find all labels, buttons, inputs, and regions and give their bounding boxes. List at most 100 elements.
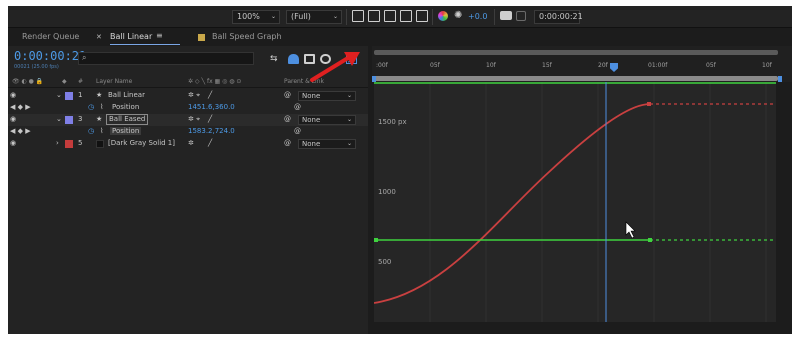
chevron-down-icon[interactable]: ⌄ xyxy=(56,91,62,99)
layer-search-input[interactable]: ⌕ xyxy=(78,52,254,65)
layer-row[interactable]: ◉ ⌄ 1 ★ Ball Linear ✲ ⌖ ╱ @ None ⌄ xyxy=(8,90,368,102)
eased-end-keyframe[interactable] xyxy=(647,102,651,106)
chevron-down-icon[interactable]: ⌄ xyxy=(56,115,62,123)
graph-type-icon[interactable]: ⌇ xyxy=(100,103,103,111)
layer-name[interactable]: [Dark Gray Solid 1] xyxy=(108,139,175,147)
property-value[interactable]: 1451.6,360.0 xyxy=(188,103,235,111)
playhead-handle[interactable] xyxy=(610,63,618,72)
spiral-pickwhip-icon[interactable]: @ xyxy=(294,103,301,111)
eye-icon[interactable]: ◉ xyxy=(10,139,16,147)
exposure-value[interactable]: +0.0 xyxy=(468,12,487,21)
label-color-swatch[interactable] xyxy=(65,92,73,100)
pickwhip-icon[interactable]: @ xyxy=(284,139,291,147)
frame-rate-readout: 00021 (25.00 fps) xyxy=(14,64,59,70)
star-icon: ★ xyxy=(96,115,103,123)
guides-icon[interactable] xyxy=(416,10,428,22)
layer-row[interactable]: ◉ ⌄ 3 ★ Ball Eased ✲ ⌖ ╱ @ None ⌄ xyxy=(8,114,368,126)
chevron-down-icon: ⌄ xyxy=(332,13,338,20)
chevron-right-icon[interactable]: › xyxy=(56,139,59,147)
resolution-dropdown[interactable]: (Full) ⌄ xyxy=(286,10,342,24)
snapshot-camera-icon[interactable] xyxy=(500,11,512,20)
keyframe-nav-icon[interactable]: ◀ ◆ ▶ xyxy=(10,127,31,135)
layer-number: 1 xyxy=(78,91,83,99)
property-row[interactable]: ◀ ◆ ▶ ◷ ⌇ Position 1451.6,360.0 @ xyxy=(8,102,368,114)
stopwatch-icon[interactable]: ◷ xyxy=(88,103,94,111)
parent-value: None xyxy=(302,92,321,100)
search-icon: ⌕ xyxy=(82,53,87,62)
timeline-layer-panel: 0:00:00:21 00021 (25.00 fps) ⌕ ⇆ 👁 ◐ ● 🔒… xyxy=(8,46,368,334)
tab-ball-linear[interactable]: Ball Linear xyxy=(110,32,152,41)
spiral-pickwhip-icon[interactable]: @ xyxy=(294,127,301,135)
layer-name[interactable]: Ball Eased xyxy=(106,114,149,125)
property-row[interactable]: ◀ ◆ ▶ ◷ ⌇ Position 1583.2,724.0 @ xyxy=(8,126,368,138)
work-area-bar[interactable] xyxy=(374,50,778,55)
parent-dropdown[interactable]: None ⌄ xyxy=(298,115,356,125)
pickwhip-icon[interactable]: @ xyxy=(284,115,291,123)
tab-render-queue[interactable]: Render Queue xyxy=(22,32,79,41)
show-snapshot-icon[interactable] xyxy=(516,11,526,21)
solid-icon xyxy=(96,140,104,148)
tab-label: Ball Speed Graph xyxy=(212,32,282,41)
current-time-display[interactable]: 0:00:00:21 xyxy=(14,49,86,63)
layer-row[interactable]: ◉ › 5 [Dark Gray Solid 1] ✲ ╱ @ None ⌄ xyxy=(8,138,368,150)
divider xyxy=(346,9,347,25)
tab-label: Ball Linear xyxy=(110,32,153,41)
region-of-interest-icon[interactable] xyxy=(384,10,396,22)
current-time-field[interactable]: 0:00:00:21 xyxy=(534,10,583,24)
zoom-dropdown[interactable]: 100% ⌄ xyxy=(232,10,280,24)
parent-value: None xyxy=(302,140,321,148)
label-color-swatch[interactable] xyxy=(65,116,73,124)
linear-start-keyframe[interactable] xyxy=(374,238,378,242)
value-graph-area[interactable]: 1500 px 1000 500 xyxy=(374,82,776,322)
fast-previews-icon[interactable] xyxy=(352,10,364,22)
exposure-icon[interactable]: ✺ xyxy=(454,10,462,21)
ruler-label: 01:00f xyxy=(648,62,668,69)
mask-visibility-icon[interactable] xyxy=(400,10,412,22)
divider xyxy=(494,9,495,25)
graph-type-icon[interactable]: ⌇ xyxy=(100,127,103,135)
keyframe-nav-icon[interactable]: ◀ ◆ ▶ xyxy=(10,103,31,111)
eye-icon[interactable]: ◉ xyxy=(10,91,16,99)
ruler-label: 10f xyxy=(486,62,496,69)
ruler-label: 05f xyxy=(430,62,440,69)
quality-icon[interactable]: ╱ xyxy=(208,139,212,147)
number-column: # xyxy=(78,78,84,85)
property-name: Position xyxy=(112,103,140,111)
label-icon: ◆ xyxy=(62,78,67,85)
graph-canvas[interactable] xyxy=(374,82,776,322)
viewer-toolbar: 100% ⌄ (Full) ⌄ ✺ +0.0 0:00:00:21 xyxy=(8,6,792,28)
eased-position-curve[interactable] xyxy=(374,103,651,304)
draft-3d-icon[interactable] xyxy=(288,54,299,64)
quality-icon[interactable]: ╱ xyxy=(208,91,212,99)
switches-icons: ✲ ◇ ╲ fx ▦ ◎ ◍ ⊙ xyxy=(188,78,242,85)
ruler-label: :00f xyxy=(376,62,388,69)
layer-name-column[interactable]: Layer Name xyxy=(96,78,132,85)
tab-menu-icon[interactable]: ≡ xyxy=(156,31,163,40)
color-channels-icon[interactable] xyxy=(438,11,448,21)
after-effects-window: 100% ⌄ (Full) ⌄ ✺ +0.0 0:00:00:21 Render… xyxy=(8,6,792,334)
shy-icon[interactable]: ✲ ⌖ xyxy=(188,91,200,100)
parent-dropdown[interactable]: None ⌄ xyxy=(298,91,356,101)
label-color-swatch[interactable] xyxy=(65,140,73,148)
zoom-navigator-bar[interactable] xyxy=(374,76,778,81)
chevron-down-icon: ⌄ xyxy=(346,140,352,147)
transparency-grid-icon[interactable] xyxy=(368,10,380,22)
navigator-end-handle[interactable] xyxy=(778,76,782,82)
mouse-cursor-icon xyxy=(625,221,636,239)
shy-icon[interactable]: ✲ xyxy=(188,139,194,147)
layer-number: 3 xyxy=(78,115,83,123)
property-value[interactable]: 1583.2,724.0 xyxy=(188,127,235,135)
chevron-down-icon: ⌄ xyxy=(346,116,352,123)
close-icon[interactable]: ✕ xyxy=(96,33,102,41)
eye-icon[interactable]: ◉ xyxy=(10,115,16,123)
layer-name[interactable]: Ball Linear xyxy=(108,91,145,99)
stopwatch-icon[interactable]: ◷ xyxy=(88,127,94,135)
time-ruler[interactable]: :00f 05f 10f 15f 20f 01:00f 05f 10f xyxy=(372,46,792,82)
comp-flowchart-icon[interactable]: ⇆ xyxy=(270,54,281,64)
tab-ball-speed-graph[interactable]: Ball Speed Graph xyxy=(212,32,282,41)
quality-icon[interactable]: ╱ xyxy=(208,115,212,123)
linear-end-keyframe[interactable] xyxy=(648,238,652,242)
pickwhip-icon[interactable]: @ xyxy=(284,91,291,99)
shy-icon[interactable]: ✲ ⌖ xyxy=(188,115,200,124)
parent-dropdown[interactable]: None ⌄ xyxy=(298,139,356,149)
